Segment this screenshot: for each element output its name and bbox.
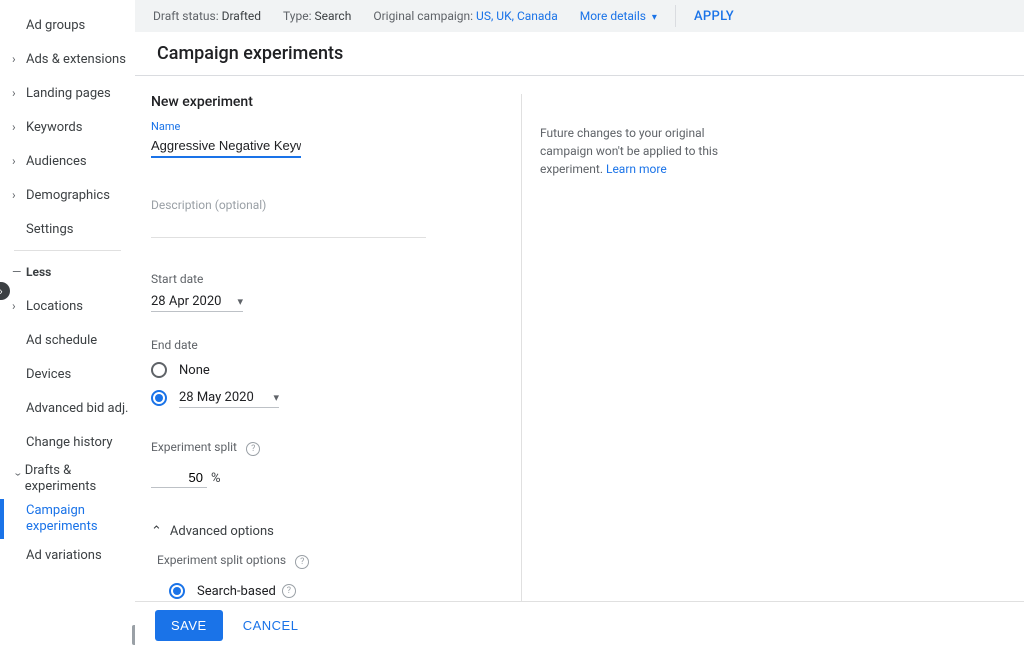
description-label: Description (optional) — [151, 198, 511, 212]
sidebar-item-label: Locations — [26, 299, 83, 314]
more-details-toggle[interactable]: More details ▾ — [580, 9, 657, 23]
sidebar-item-label: Ads & extensions — [26, 52, 126, 67]
page-header: Campaign experiments — [135, 32, 1024, 76]
sidebar-item-label: Landing pages — [26, 86, 111, 101]
help-icon[interactable]: ? — [295, 555, 309, 569]
end-date-label: End date — [151, 338, 511, 352]
chevron-right-icon: › — [12, 52, 26, 66]
save-button[interactable]: SAVE — [155, 610, 223, 641]
radio-checked-icon — [169, 583, 185, 599]
chevron-right-icon: › — [12, 120, 26, 134]
sidebar-item-label: Advanced bid adj. — [26, 401, 128, 416]
draft-status: Draft status: Drafted — [153, 9, 261, 23]
help-icon[interactable]: ? — [282, 584, 296, 598]
sidebar-item-label: Keywords — [26, 120, 82, 135]
radio-label: Search-based — [197, 584, 276, 599]
main-content: New experiment Name Description (optiona… — [135, 76, 1024, 601]
help-icon[interactable]: ? — [246, 442, 260, 456]
radio-label: None — [179, 363, 210, 378]
end-date-value-radio[interactable]: 28 May 2020 ▾ — [151, 388, 511, 408]
end-date-picker[interactable]: 28 May 2020 ▾ — [179, 388, 279, 408]
chevron-right-icon: › — [12, 154, 26, 168]
split-options-label: Experiment split options — [157, 553, 286, 567]
split-label: Experiment split — [151, 440, 237, 454]
chevron-down-icon: ▾ — [237, 295, 243, 308]
sidebar-item-devices[interactable]: › Devices — [0, 357, 135, 391]
minus-icon: — — [12, 265, 26, 279]
form-heading: New experiment — [151, 94, 511, 110]
sidebar-item-ads-extensions[interactable]: › Ads & extensions — [0, 42, 135, 76]
sidebar-item-label: Devices — [26, 367, 71, 382]
radio-icon — [151, 362, 167, 378]
sidebar-item-landing-pages[interactable]: › Landing pages — [0, 76, 135, 110]
sidebar-item-label: Change history — [26, 435, 113, 450]
search-based-radio[interactable]: Search-based ? — [169, 583, 511, 599]
footer-actions: SAVE CANCEL — [135, 601, 1024, 649]
sidebar-item-drafts-experiments[interactable]: › Drafts & experiments — [0, 459, 135, 499]
page-title: Campaign experiments — [157, 43, 343, 64]
start-date-label: Start date — [151, 272, 511, 286]
original-campaign: Original campaign: US, UK, Canada — [373, 9, 557, 23]
sidebar: › Ad groups › Ads & extensions › Landing… — [0, 0, 135, 649]
sidebar-item-label: Ad variations — [26, 548, 102, 563]
name-label: Name — [151, 120, 511, 133]
chevron-right-icon: › — [12, 299, 26, 313]
start-date-picker[interactable]: 28 Apr 2020 ▾ — [151, 292, 243, 312]
sidebar-item-ad-schedule[interactable]: › Ad schedule — [0, 323, 135, 357]
experiment-name-input[interactable] — [151, 135, 301, 158]
chevron-down-icon: › — [11, 473, 25, 486]
original-campaign-link[interactable]: US, UK, Canada — [476, 9, 558, 23]
sidebar-item-change-history[interactable]: › Change history — [0, 425, 135, 459]
description-input[interactable] — [151, 214, 426, 238]
chevron-up-icon: ⌃ — [151, 524, 162, 539]
sidebar-item-demographics[interactable]: › Demographics — [0, 178, 135, 212]
end-date-none-radio[interactable]: None — [151, 362, 511, 378]
sidebar-item-label: Drafts & experiments — [25, 463, 135, 494]
sidebar-item-label: Campaign experiments — [26, 503, 116, 534]
sidebar-item-locations[interactable]: › Locations — [0, 289, 135, 323]
sidebar-item-settings[interactable]: › Settings — [0, 212, 135, 246]
sidebar-item-ad-variations[interactable]: Ad variations — [0, 539, 135, 571]
cancel-button[interactable]: CANCEL — [243, 618, 299, 633]
chevron-down-icon: ▾ — [652, 12, 657, 23]
advanced-options-toggle[interactable]: ⌃ Advanced options — [151, 524, 511, 539]
sidebar-item-audiences[interactable]: › Audiences — [0, 144, 135, 178]
chevron-down-icon: ▾ — [273, 391, 279, 404]
divider — [14, 250, 121, 251]
divider — [675, 5, 676, 27]
sidebar-item-label: Ad groups — [26, 18, 85, 33]
sidebar-less-label: Less — [26, 265, 51, 279]
apply-button[interactable]: APPLY — [694, 9, 734, 24]
sidebar-item-keywords[interactable]: › Keywords — [0, 110, 135, 144]
learn-more-link[interactable]: Learn more — [606, 162, 667, 176]
sidebar-item-label: Audiences — [26, 154, 87, 169]
chevron-right-icon: › — [12, 188, 26, 202]
type: Type: Search — [283, 9, 351, 23]
sidebar-item-advanced-bid[interactable]: › Advanced bid adj. — [0, 391, 135, 425]
sidebar-item-label: Settings — [26, 222, 73, 237]
sidebar-collapse[interactable]: — Less — [0, 255, 135, 289]
sidebar-item-campaign-experiments[interactable]: Campaign experiments — [0, 499, 135, 539]
split-input[interactable] — [151, 468, 207, 488]
info-panel: Future changes to your original campaign… — [521, 94, 721, 601]
sidebar-item-label: Demographics — [26, 188, 110, 203]
percent-unit: % — [211, 471, 221, 486]
sidebar-item-ad-groups[interactable]: › Ad groups — [0, 8, 135, 42]
topbar: Draft status: Drafted Type: Search Origi… — [135, 0, 1024, 32]
chevron-right-icon: › — [12, 86, 26, 100]
sidebar-item-label: Ad schedule — [26, 333, 97, 348]
radio-checked-icon — [151, 390, 167, 406]
experiment-form: New experiment Name Description (optiona… — [151, 94, 511, 601]
